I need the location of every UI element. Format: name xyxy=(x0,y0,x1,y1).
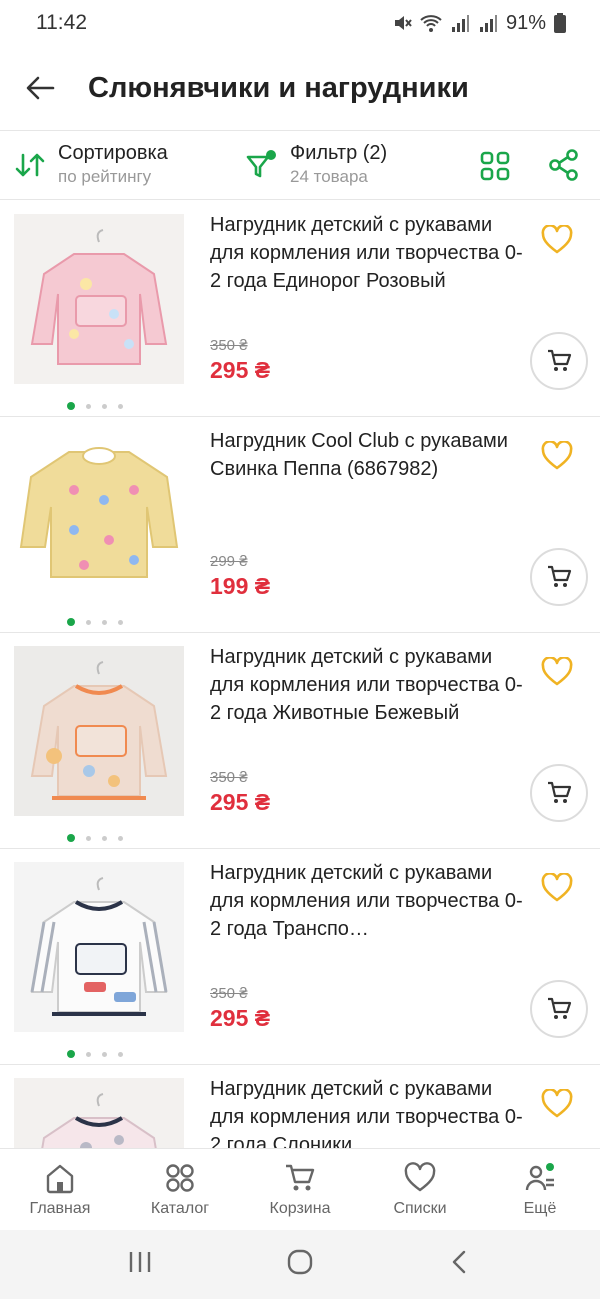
product-title[interactable]: Нагрудник детский с рукавами для кормлен… xyxy=(210,211,530,295)
bib-pink-image xyxy=(14,214,184,384)
product-card[interactable]: Нагрудник Cool Club с рукавами Свинка Пе… xyxy=(0,417,600,633)
bottom-navigation: Главная Каталог Корзина Списки Ещё xyxy=(0,1148,600,1230)
favorite-button[interactable] xyxy=(541,872,573,908)
heart-icon xyxy=(541,656,573,686)
product-image[interactable] xyxy=(14,430,184,600)
filter-icon xyxy=(246,150,276,178)
image-carousel-dots[interactable] xyxy=(67,618,123,626)
favorite-button[interactable] xyxy=(541,656,573,692)
filter-button[interactable]: Фильтр (2) 24 товара xyxy=(246,141,387,189)
product-card[interactable]: Нагрудник детский с рукавами для кормлен… xyxy=(0,849,600,1065)
old-price: 350 ₴ xyxy=(210,769,248,786)
heart-icon xyxy=(541,224,573,254)
bib-peppa-image xyxy=(14,430,184,600)
price: 295 ₴ xyxy=(210,789,271,815)
cart-icon xyxy=(286,1164,315,1191)
recent-apps-button[interactable] xyxy=(126,1248,154,1281)
product-list: Нагрудник детский с рукавами для кормлен… xyxy=(0,201,600,1148)
product-image[interactable] xyxy=(14,1078,184,1148)
signal-icon xyxy=(451,15,469,32)
favorite-button[interactable] xyxy=(541,1088,573,1124)
back-button[interactable] xyxy=(24,72,56,104)
battery-level: 91% xyxy=(505,11,546,34)
heart-icon xyxy=(541,440,573,470)
bib-animals-image xyxy=(14,646,184,816)
nav-catalog[interactable]: Каталог xyxy=(120,1149,240,1230)
filter-label: Фильтр (2) xyxy=(290,142,388,164)
cart-icon xyxy=(548,565,572,587)
price: 295 ₴ xyxy=(210,1005,271,1031)
recent-apps-icon xyxy=(129,1252,151,1272)
product-title[interactable]: Нагрудник детский с рукавами для кормлен… xyxy=(210,643,530,727)
heart-icon xyxy=(404,1162,436,1192)
nav-lists[interactable]: Списки xyxy=(360,1149,480,1230)
old-price: 350 ₴ xyxy=(210,337,248,354)
bib-transport-image xyxy=(14,862,184,1032)
home-circle-icon xyxy=(287,1249,313,1275)
arrow-left-icon xyxy=(26,76,55,100)
product-card[interactable]: Нагрудник детский с рукавами для кормлен… xyxy=(0,1065,600,1148)
grid-icon xyxy=(480,151,510,181)
home-icon xyxy=(46,1164,74,1194)
sort-icon xyxy=(15,153,45,177)
old-price: 299 ₴ xyxy=(210,553,248,570)
status-time: 11:42 xyxy=(36,11,87,34)
sort-value: по рейтингу xyxy=(58,167,152,186)
app-header: Слюнявчики и нагрудники xyxy=(0,46,600,130)
heart-icon xyxy=(541,872,573,902)
toolbar: Сортировка по рейтингу Фильтр (2) 24 тов… xyxy=(0,130,600,200)
system-navigation-bar xyxy=(0,1230,600,1299)
image-carousel-dots[interactable] xyxy=(67,1050,123,1058)
catalog-icon xyxy=(166,1164,194,1192)
product-image[interactable] xyxy=(14,862,184,1032)
image-carousel-dots[interactable] xyxy=(67,402,123,410)
price: 295 ₴ xyxy=(210,357,271,383)
share-button[interactable] xyxy=(548,149,580,186)
product-card[interactable]: Нагрудник детский с рукавами для кормлен… xyxy=(0,201,600,417)
favorite-button[interactable] xyxy=(541,440,573,476)
add-to-cart-button[interactable] xyxy=(530,548,588,606)
product-card[interactable]: Нагрудник детский с рукавами для кормлен… xyxy=(0,633,600,849)
add-to-cart-button[interactable] xyxy=(530,980,588,1038)
user-menu-icon xyxy=(525,1163,554,1191)
nav-cart-label: Корзина xyxy=(269,1200,331,1217)
chevron-left-icon xyxy=(452,1250,466,1274)
old-price: 350 ₴ xyxy=(210,985,248,1002)
grid-view-button[interactable] xyxy=(480,151,510,186)
product-title[interactable]: Нагрудник детский с рукавами для кормлен… xyxy=(210,1075,530,1148)
share-icon xyxy=(549,149,578,181)
product-title[interactable]: Нагрудник детский с рукавами для кормлен… xyxy=(210,859,530,943)
bib-elephants-image xyxy=(14,1078,184,1148)
back-system-button[interactable] xyxy=(446,1248,474,1281)
product-image[interactable] xyxy=(14,646,184,816)
cart-icon xyxy=(548,781,572,803)
favorite-button[interactable] xyxy=(541,224,573,260)
battery-icon xyxy=(554,13,566,33)
wifi-icon xyxy=(420,15,442,32)
nav-home[interactable]: Главная xyxy=(0,1149,120,1230)
nav-more[interactable]: Ещё xyxy=(480,1149,600,1230)
nav-lists-label: Списки xyxy=(393,1200,447,1217)
status-bar: 11:42 91% xyxy=(0,0,600,46)
page-title: Слюнявчики и нагрудники xyxy=(88,71,469,104)
add-to-cart-button[interactable] xyxy=(530,764,588,822)
cart-icon xyxy=(548,997,572,1019)
add-to-cart-button[interactable] xyxy=(530,332,588,390)
product-image[interactable] xyxy=(14,214,184,384)
mute-icon xyxy=(394,16,412,30)
filter-count: 24 товара xyxy=(290,167,368,186)
sort-button[interactable]: Сортировка по рейтингу xyxy=(14,141,168,189)
nav-more-label: Ещё xyxy=(523,1200,557,1217)
nav-home-label: Главная xyxy=(29,1200,91,1217)
image-carousel-dots[interactable] xyxy=(67,834,123,842)
sort-label: Сортировка xyxy=(58,142,168,164)
cart-icon xyxy=(548,349,572,371)
nav-cart[interactable]: Корзина xyxy=(240,1149,360,1230)
nav-catalog-label: Каталог xyxy=(150,1200,210,1217)
heart-icon xyxy=(541,1088,573,1118)
home-system-button[interactable] xyxy=(286,1248,314,1281)
signal-icon-2 xyxy=(479,15,497,32)
product-title[interactable]: Нагрудник Cool Club с рукавами Свинка Пе… xyxy=(210,427,530,483)
price: 199 ₴ xyxy=(210,573,271,599)
